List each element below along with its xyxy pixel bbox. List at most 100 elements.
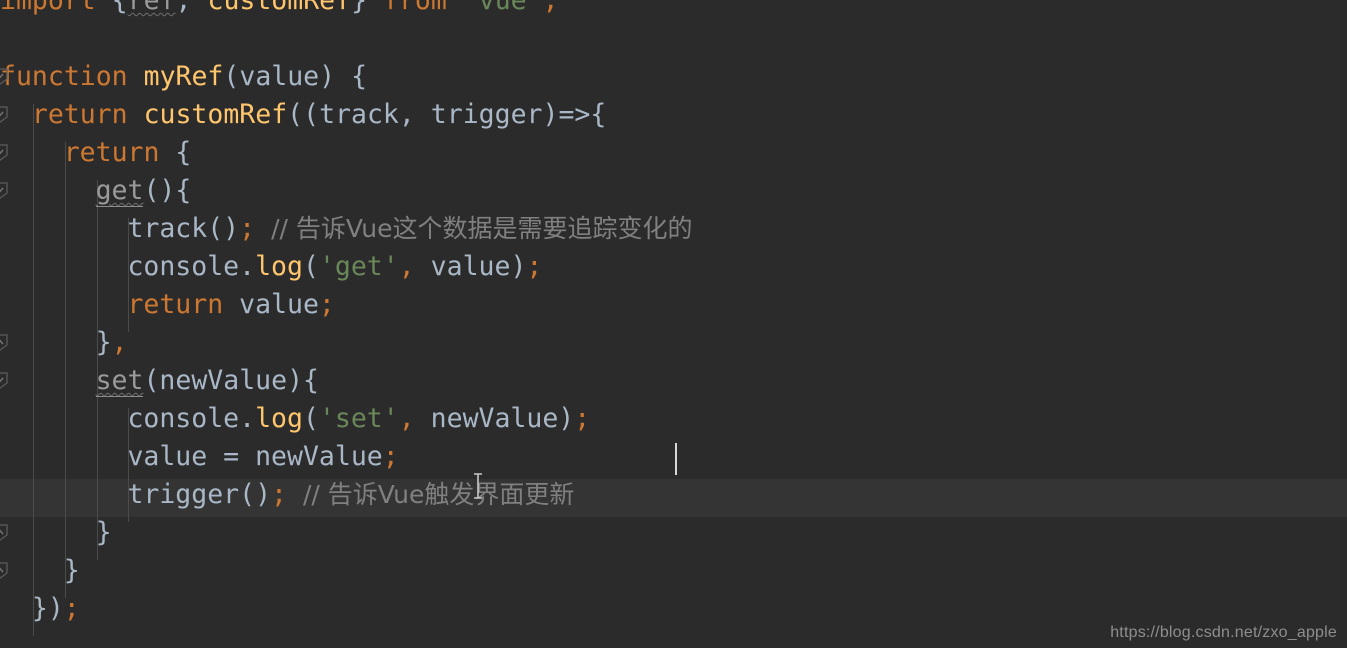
- token-punct: .: [239, 403, 256, 434]
- token-identifier: trigger: [127, 479, 240, 510]
- token-semicolon: ;: [382, 441, 399, 472]
- token-semicolon: ,: [398, 403, 415, 434]
- token-punct: (: [302, 251, 319, 282]
- fold-chevron-icon[interactable]: [0, 524, 8, 541]
- token-unused-underlined: get: [95, 175, 144, 207]
- token-punct: (){: [143, 175, 192, 206]
- code-line[interactable]: }: [96, 514, 112, 552]
- token-keyword: return: [63, 137, 160, 168]
- token-punct: {: [351, 61, 368, 92]
- token-punct: ): [558, 403, 575, 434]
- token-punct: ((: [287, 99, 320, 130]
- token-punct: )=>{: [542, 99, 607, 130]
- code-line[interactable]: trigger(); // 告诉Vue触发界面更新: [127, 476, 574, 514]
- code-line[interactable]: console.log('set', newValue);: [127, 400, 590, 438]
- code-line[interactable]: import {ref, customRef} from 'vue';: [0, 0, 559, 20]
- token-identifier: newValue: [159, 365, 288, 396]
- code-line[interactable]: },: [96, 324, 128, 362]
- editor-gutter[interactable]: [0, 0, 18, 648]
- token-semicolon: ;: [526, 251, 543, 282]
- token-punct: {: [111, 0, 128, 16]
- token-unused-underlined: set: [95, 365, 144, 397]
- token-punct: }: [95, 517, 112, 548]
- token-function: log: [255, 403, 303, 434]
- token-punct: (: [223, 61, 240, 92]
- fold-chevron-icon[interactable]: [0, 372, 8, 389]
- token-identifier: track: [127, 213, 208, 244]
- token-semicolon: ,: [111, 327, 128, 358]
- token-string: 'get': [318, 251, 399, 282]
- code-editor[interactable]: import {ref, customRef} from 'vue'; funct…: [0, 0, 1347, 648]
- code-line[interactable]: set(newValue){: [95, 362, 319, 400]
- token-function: log: [255, 251, 303, 282]
- token-punct: }): [31, 593, 64, 624]
- token-semicolon: ;: [271, 479, 288, 510]
- code-line[interactable]: value = newValue;: [127, 438, 398, 476]
- token-identifier: value: [239, 61, 320, 92]
- token-punct: (: [143, 365, 160, 396]
- watermark-url: https://blog.csdn.net/zxo_apple: [1110, 624, 1337, 641]
- code-line[interactable]: console.log('get', value);: [127, 248, 542, 286]
- fold-chevron-icon[interactable]: [0, 68, 8, 85]
- fold-chevron-icon[interactable]: [0, 562, 8, 579]
- token-string: 'vue': [462, 0, 543, 16]
- token-identifier: console: [127, 403, 240, 434]
- token-identifier: track: [319, 99, 399, 130]
- token-identifier: value: [239, 289, 319, 320]
- code-line[interactable]: function myRef(value) {: [0, 58, 367, 96]
- code-line[interactable]: return customRef((track, trigger)=>{: [32, 96, 606, 134]
- token-semicolon: ;: [318, 289, 335, 320]
- code-line[interactable]: return value;: [127, 286, 334, 324]
- token-comment: // 告诉Vue这个数据是需要追踪变化的: [271, 214, 693, 243]
- token-identifier: newValue: [255, 441, 383, 472]
- token-keyword: return: [31, 99, 128, 130]
- token-punct: ,: [398, 99, 415, 130]
- token-punct: }: [351, 0, 368, 16]
- token-identifier: value: [430, 251, 511, 282]
- fold-chevron-icon[interactable]: [0, 182, 8, 199]
- fold-chevron-icon[interactable]: [0, 106, 8, 123]
- code-line[interactable]: });: [32, 590, 80, 628]
- code-line[interactable]: return {: [64, 134, 192, 172]
- token-function: customRef: [207, 0, 352, 16]
- token-semicolon: ;: [574, 403, 591, 434]
- token-comment: // 告诉Vue触发界面更新: [302, 480, 575, 509]
- token-keyword: return: [127, 289, 224, 320]
- text-caret: [675, 443, 677, 475]
- token-punct: .: [239, 251, 256, 282]
- token-identifier: console: [127, 251, 240, 282]
- token-identifier: newValue: [430, 403, 559, 434]
- token-keyword: function: [0, 61, 128, 92]
- token-punct: ): [510, 251, 527, 282]
- fold-chevron-icon[interactable]: [0, 144, 8, 161]
- token-punct: ){: [287, 365, 319, 396]
- code-line[interactable]: get(){: [95, 172, 192, 210]
- token-semicolon: ;: [239, 213, 256, 244]
- token-identifier: value: [127, 441, 208, 472]
- code-content[interactable]: import {ref, customRef} from 'vue'; funct…: [0, 0, 1347, 648]
- token-semicolon: ,: [398, 251, 415, 282]
- code-line[interactable]: }: [64, 552, 80, 590]
- token-punct: }: [95, 327, 112, 358]
- token-unused: ref: [127, 0, 176, 16]
- fold-chevron-icon[interactable]: [0, 334, 8, 351]
- code-line[interactable]: track(); // 告诉Vue这个数据是需要追踪变化的: [127, 210, 692, 248]
- token-punct: ,: [175, 0, 192, 16]
- token-punct: (): [207, 213, 240, 244]
- token-punct: =: [207, 441, 256, 472]
- token-punct: {: [175, 137, 192, 168]
- token-semicolon: ;: [542, 0, 559, 16]
